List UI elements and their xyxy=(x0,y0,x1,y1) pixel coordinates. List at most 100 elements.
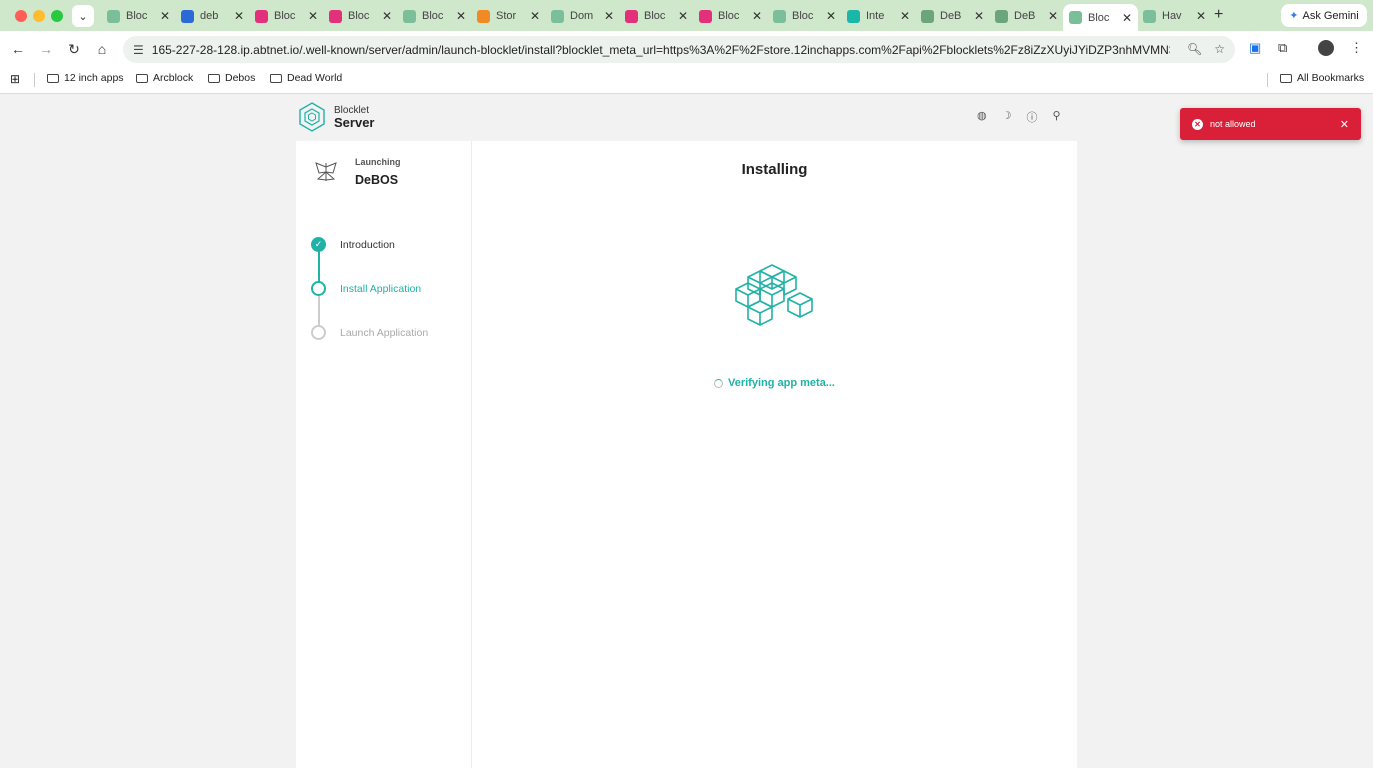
step-active-indicator xyxy=(311,281,326,296)
tab-close-icon[interactable]: ✕ xyxy=(308,9,318,23)
tab-favicon-icon xyxy=(625,9,638,23)
zoom-icon[interactable]: 🔍︎ xyxy=(1187,42,1202,56)
loading-spinner-icon xyxy=(714,378,723,388)
browser-tab[interactable]: Bloc ✕ xyxy=(101,4,176,28)
launch-card: Launching DeBOS ✓ Introduction Install A… xyxy=(296,141,1077,768)
tab-close-icon[interactable]: ✕ xyxy=(900,9,910,23)
tab-title: Bloc xyxy=(274,10,296,22)
tab-favicon-icon xyxy=(255,9,268,23)
browser-toolbar: ← → ↻ ⌂ ☰ 165-227-28-128.ip.abtnet.io/.w… xyxy=(0,31,1373,67)
header-actions: ◍ ☽ ⓘ ⚲ xyxy=(977,109,1061,125)
bookmarks-divider xyxy=(1267,73,1268,87)
tab-favicon-icon xyxy=(921,9,934,23)
bookmark-label: Dead World xyxy=(287,72,343,84)
bookmark-label: 12 inch apps xyxy=(64,72,124,84)
status-text: Verifying app meta... xyxy=(728,377,835,389)
globe-icon[interactable]: ◍ xyxy=(977,109,987,125)
bookmark-dead-world[interactable]: Dead World xyxy=(270,72,342,84)
user-icon[interactable]: ⚲ xyxy=(1052,109,1060,125)
tab-title: Bloc xyxy=(1088,11,1110,24)
new-tab-button[interactable]: + xyxy=(1214,6,1223,24)
tab-close-icon[interactable]: ✕ xyxy=(974,9,984,23)
blocklet-server-logo[interactable]: Blocklet Server xyxy=(296,101,374,133)
maximize-window-button[interactable] xyxy=(51,10,63,22)
back-arrow-icon[interactable]: ← xyxy=(8,39,28,59)
browser-tab[interactable]: Bloc ✕ xyxy=(693,4,768,28)
forward-arrow-icon[interactable]: → xyxy=(36,39,56,59)
tab-close-icon[interactable]: ✕ xyxy=(234,9,244,23)
step-install-application[interactable]: Install Application xyxy=(311,281,421,296)
tab-close-icon[interactable]: ✕ xyxy=(160,9,170,23)
tab-close-icon[interactable]: ✕ xyxy=(456,9,466,23)
extensions-puzzle-icon[interactable]: ⧉ xyxy=(1278,40,1287,56)
step-pending-indicator xyxy=(311,325,326,340)
sidebar-panel-icon[interactable]: ▣ xyxy=(1249,40,1261,56)
browser-tab[interactable]: Hav ✕ xyxy=(1137,4,1212,28)
tab-close-icon[interactable]: ✕ xyxy=(530,9,540,23)
tab-close-icon[interactable]: ✕ xyxy=(604,9,614,23)
browser-tab[interactable]: DeB ✕ xyxy=(915,4,990,28)
tab-favicon-icon xyxy=(847,9,860,23)
tab-favicon-icon xyxy=(551,9,564,23)
tab-title: Bloc xyxy=(422,10,444,22)
browser-tab[interactable]: Dom ✕ xyxy=(545,4,620,28)
tab-title: DeB xyxy=(1014,10,1036,22)
minimize-window-button[interactable] xyxy=(33,10,45,22)
bookmark-12-inch-apps[interactable]: 12 inch apps xyxy=(47,72,124,84)
app-logo-icon xyxy=(315,162,337,181)
tab-close-icon[interactable]: ✕ xyxy=(752,9,762,23)
tab-close-icon[interactable]: ✕ xyxy=(678,9,688,23)
tab-favicon-icon xyxy=(181,9,194,23)
dark-mode-moon-icon[interactable]: ☽ xyxy=(1002,109,1012,125)
home-icon[interactable]: ⌂ xyxy=(92,39,112,59)
address-bar[interactable]: ☰ 165-227-28-128.ip.abtnet.io/.well-know… xyxy=(123,36,1235,63)
help-icon[interactable]: ⓘ xyxy=(1026,109,1037,125)
browser-tab[interactable]: Bloc ✕ xyxy=(767,4,842,28)
app-name: DeBOS xyxy=(355,173,399,187)
blocklet-logo-icon xyxy=(299,102,325,132)
url-text[interactable]: 165-227-28-128.ip.abtnet.io/.well-known/… xyxy=(152,43,1170,57)
browser-tab[interactable]: deb ✕ xyxy=(175,4,250,28)
step-label: Introduction xyxy=(340,238,395,251)
folder-icon xyxy=(208,73,220,83)
more-menu-icon[interactable]: ⋮ xyxy=(1350,40,1363,56)
ask-gemini-button[interactable]: ✦ Ask Gemini xyxy=(1281,4,1367,27)
browser-tab[interactable]: Stor ✕ xyxy=(471,4,546,28)
browser-tab[interactable]: Bloc ✕ xyxy=(1063,4,1139,31)
close-icon[interactable]: ✕ xyxy=(1340,118,1349,131)
tab-favicon-icon xyxy=(329,9,342,23)
all-bookmarks[interactable]: All Bookmarks xyxy=(1280,72,1364,84)
browser-tab[interactable]: Bloc ✕ xyxy=(397,4,472,28)
tab-close-icon[interactable]: ✕ xyxy=(1196,9,1206,23)
browser-tab[interactable]: Bloc ✕ xyxy=(249,4,324,28)
page-title: Installing xyxy=(741,161,808,178)
all-bookmarks-label: All Bookmarks xyxy=(1297,72,1365,84)
tab-favicon-icon xyxy=(699,9,712,23)
bookmark-label: Arcblock xyxy=(153,72,194,84)
step-connector xyxy=(318,251,320,283)
apps-grid-icon[interactable]: ⊞ xyxy=(10,72,20,86)
browser-tab[interactable]: Bloc ✕ xyxy=(619,4,694,28)
tab-favicon-icon xyxy=(403,9,416,23)
browser-tab[interactable]: Bloc ✕ xyxy=(323,4,398,28)
tab-favicon-icon xyxy=(107,9,120,23)
tab-title: Hav xyxy=(1162,10,1182,22)
reload-icon[interactable]: ↻ xyxy=(64,39,84,59)
toast-message: not allowed xyxy=(1210,119,1256,129)
site-settings-icon[interactable]: ☰ xyxy=(133,43,144,57)
profile-avatar[interactable] xyxy=(1318,40,1334,56)
browser-tab[interactable]: Inte ✕ xyxy=(841,4,916,28)
browser-tab[interactable]: DeB ✕ xyxy=(989,4,1064,28)
tab-close-icon[interactable]: ✕ xyxy=(826,9,836,23)
tab-close-icon[interactable]: ✕ xyxy=(382,9,392,23)
step-introduction[interactable]: ✓ Introduction xyxy=(311,237,395,252)
tab-strip: ⌄ Bloc ✕ deb ✕ Bloc ✕ Bloc ✕ Bloc ✕ Stor ✕ Dom ✕ Bloc ✕… xyxy=(0,0,1373,31)
bookmark-debos[interactable]: Debos xyxy=(208,72,255,84)
bookmark-arcblock[interactable]: Arcblock xyxy=(136,72,193,84)
bookmark-star-icon[interactable]: ☆ xyxy=(1214,42,1225,56)
tab-close-icon[interactable]: ✕ xyxy=(1048,9,1058,23)
tab-close-icon[interactable]: ✕ xyxy=(1122,11,1132,25)
close-window-button[interactable] xyxy=(15,10,27,22)
tab-search-button[interactable]: ⌄ xyxy=(72,5,94,27)
bookmark-label: Debos xyxy=(225,72,256,84)
